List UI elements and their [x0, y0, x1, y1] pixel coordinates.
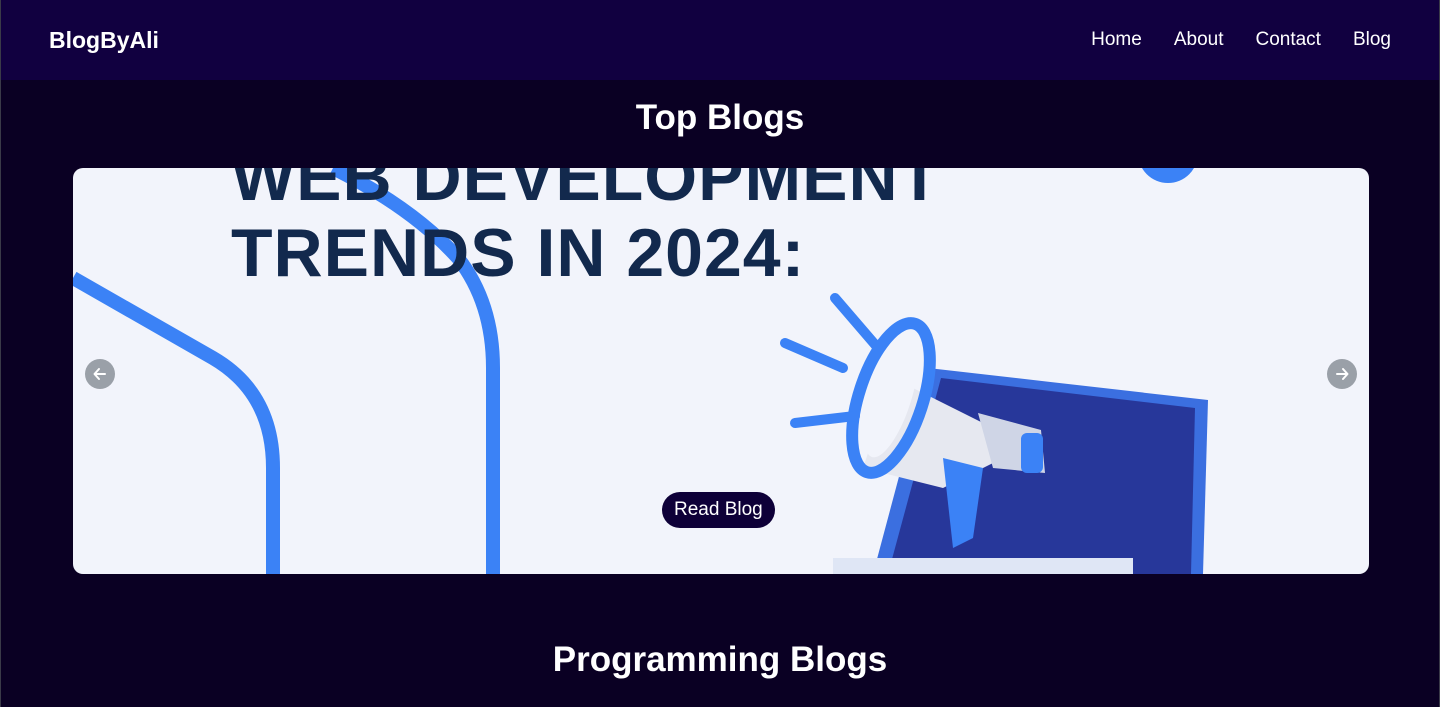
nav-link-blog[interactable]: Blog [1353, 29, 1391, 51]
programming-blogs-heading: Programming Blogs [552, 640, 888, 679]
nav-link-about[interactable]: About [1174, 29, 1224, 51]
read-blog-button[interactable]: Read Blog [662, 492, 775, 528]
slide-heading-line1: WEB DEVELOPMENT [231, 168, 942, 215]
slide-heading-line2: TRENDS IN 2024: [231, 215, 806, 291]
nav-links: Home About Contact Blog [1091, 29, 1391, 51]
nav-link-contact[interactable]: Contact [1255, 29, 1320, 51]
arrow-left-icon [93, 368, 106, 380]
nav-link-home[interactable]: Home [1091, 29, 1142, 51]
navbar: BlogByAli Home About Contact Blog [1, 0, 1439, 80]
top-blogs-heading: Top Blogs [635, 98, 805, 137]
page: BlogByAli Home About Contact Blog Top Bl… [0, 0, 1440, 707]
carousel-next-button[interactable] [1327, 359, 1357, 389]
arrow-right-icon [1336, 368, 1349, 380]
blog-carousel[interactable]: WEB DEVELOPMENT TRENDS IN 2024: Read Blo… [73, 168, 1369, 574]
brand-logo[interactable]: BlogByAli [49, 27, 159, 54]
carousel-prev-button[interactable] [85, 359, 115, 389]
